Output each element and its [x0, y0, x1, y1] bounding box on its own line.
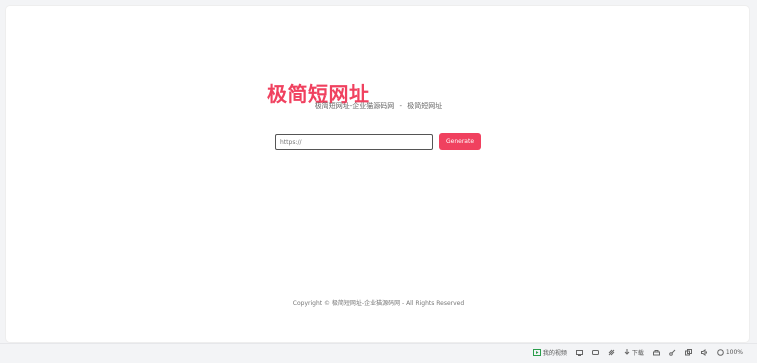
browser-page	[6, 6, 749, 342]
statusbar-chat[interactable]	[591, 349, 599, 356]
cut-icon	[669, 349, 676, 356]
generate-button[interactable]: Generate	[439, 133, 481, 150]
sound-icon	[700, 349, 708, 356]
zoom-icon	[717, 349, 724, 356]
statusbar-sound[interactable]	[700, 349, 708, 356]
subtitle-right: 极简短网址	[407, 102, 443, 110]
chat-icon	[591, 349, 599, 356]
download-icon	[624, 349, 630, 356]
copyright-text: Copyright © 极简短网址-企业猫源码网 - All Rights Re…	[292, 300, 465, 307]
statusbar-video-label: 我的视频	[542, 350, 567, 357]
screen-icon	[575, 349, 583, 356]
rocket-icon	[608, 349, 615, 356]
video-icon	[532, 349, 541, 356]
statusbar-screen[interactable]	[575, 349, 583, 356]
subtitle-left: 极简短网址-企业猫源码网	[314, 102, 395, 110]
statusbar-cut[interactable]	[669, 349, 676, 356]
statusbar-video[interactable]: 我的视频	[532, 348, 567, 357]
copy-icon	[684, 349, 692, 356]
url-input[interactable]	[275, 134, 433, 150]
statusbar-zoom-label: 100%	[725, 349, 743, 356]
site-subtitle: 极简短网址-企业猫源码网 - 极简短网址	[0, 101, 757, 111]
statusbar-download-label: 下载	[631, 350, 644, 357]
statusbar-rocket[interactable]	[608, 349, 615, 356]
statusbar-print[interactable]	[652, 349, 660, 356]
statusbar-copy[interactable]	[684, 349, 692, 356]
statusbar-zoom[interactable]: 100%	[717, 349, 743, 356]
print-icon	[652, 349, 660, 356]
subtitle-separator: -	[399, 102, 403, 110]
browser-status-bar: 我的视频 下载 100%	[0, 343, 757, 363]
statusbar-download[interactable]: 下载	[624, 348, 644, 357]
